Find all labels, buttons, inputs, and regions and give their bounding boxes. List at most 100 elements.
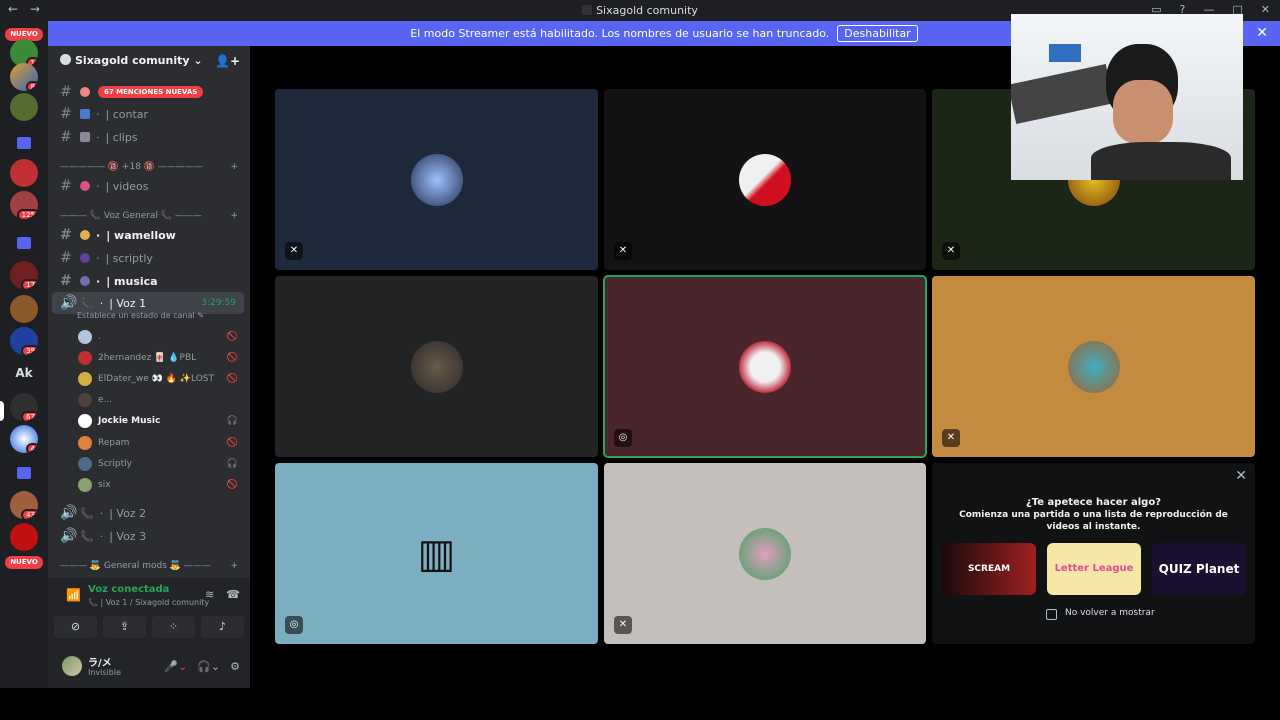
person-face: [1113, 80, 1173, 144]
activities-button[interactable]: ⁘: [152, 616, 195, 638]
mention-badge: 39: [21, 345, 38, 355]
activity-card-letter-league[interactable]: Letter League: [1047, 543, 1141, 595]
channel-emoji-icon: [80, 132, 90, 142]
mention-badge: 4: [25, 443, 38, 453]
voice-connected-channel[interactable]: 📞 | Voz 1 / Sixagold comunity: [88, 598, 209, 607]
participant-tile[interactable]: ✕: [604, 463, 926, 644]
voice-user[interactable]: e...: [78, 391, 242, 409]
channel-label: | scriptly: [105, 251, 153, 265]
soundboard-button[interactable]: ♪: [201, 616, 244, 638]
participant-tile[interactable]: ✕: [604, 89, 926, 270]
avatar: [78, 393, 92, 407]
server-icon[interactable]: 125: [10, 191, 38, 219]
hash-icon: #: [60, 129, 72, 145]
phone-icon: 📞: [80, 506, 94, 520]
channel-item-scriptly[interactable]: # · | scriptly: [48, 247, 250, 269]
username[interactable]: ラ/メ: [88, 654, 112, 669]
server-folder-icon[interactable]: [17, 467, 31, 479]
avatar: [410, 153, 463, 206]
mute-mic-icon[interactable]: 🎤⌄: [164, 660, 187, 673]
participant-tile[interactable]: ✕: [932, 276, 1255, 457]
connection-signal-icon[interactable]: 📶: [66, 588, 81, 602]
server-icon[interactable]: 4: [10, 425, 38, 453]
avatar: [78, 351, 92, 365]
voice-user[interactable]: ElDater_we 👀 🔥 ✨LOST 🚫: [78, 370, 242, 388]
server-name: Sixagold comunity ⌄: [75, 54, 203, 67]
muted-mic-icon: 🚫: [226, 353, 238, 363]
suggestion-title: ¿Te apetece hacer algo?: [1026, 497, 1161, 508]
participant-tile[interactable]: ✕: [275, 89, 598, 270]
channel-status-prompt[interactable]: Establece un estado de canal ✎: [77, 311, 204, 320]
separator-dot: ·: [96, 130, 100, 144]
server-icon[interactable]: 43: [10, 491, 38, 519]
camera-off-button[interactable]: ⊘: [54, 616, 97, 638]
server-icon[interactable]: [10, 295, 38, 323]
speaker-icon: 🔊: [60, 528, 78, 544]
server-icon[interactable]: [10, 159, 38, 187]
channel-item-videos[interactable]: # · | videos: [48, 175, 250, 197]
voice-user[interactable]: Scriptly 🎧: [78, 455, 242, 473]
category-voz-general[interactable]: ——— 📞 Voz General 📞 ——— +: [48, 208, 250, 224]
voice-user-name: 2hernandez 🀄 💧PBL: [98, 353, 197, 363]
channel-item-contar[interactable]: # · | contar: [48, 103, 250, 125]
category-plus18[interactable]: ————— 🔞 +18 🔞 ————— +: [48, 159, 250, 175]
deafened-icon: ◎: [614, 429, 632, 447]
headphones-icon[interactable]: 🎧⌄: [197, 660, 220, 673]
channel-item-musica[interactable]: # · | musica: [48, 270, 250, 292]
avatar[interactable]: [62, 656, 82, 676]
add-channel-icon[interactable]: +: [230, 561, 238, 571]
voice-user-name: e...: [98, 395, 113, 405]
participant-tile-speaking[interactable]: ◎: [603, 275, 927, 458]
server-icon[interactable]: [10, 523, 38, 551]
server-icon-ak[interactable]: Ak: [10, 359, 38, 387]
mention-badge: 67: [21, 411, 38, 421]
hash-icon: #: [60, 106, 72, 122]
speaker-icon: 🔊: [60, 505, 78, 521]
server-folder-icon[interactable]: [17, 137, 31, 149]
add-channel-icon[interactable]: +: [230, 162, 238, 172]
category-label: ————— 🔞 +18 🔞 —————: [60, 162, 203, 172]
avatar: [78, 414, 92, 428]
separator-dot: ·: [99, 529, 104, 543]
server-icon[interactable]: 8: [10, 63, 38, 91]
sound-wave-logo-icon: ▥: [417, 530, 456, 577]
screen-share-button[interactable]: ⇪: [103, 616, 146, 638]
participant-tile[interactable]: [275, 276, 598, 457]
close-window-icon[interactable]: ✕: [1261, 3, 1270, 16]
activity-label: QUIZ Planet: [1158, 562, 1240, 576]
noise-suppression-icon[interactable]: ≋: [205, 588, 214, 601]
avatar: [78, 372, 92, 386]
channel-item-clips[interactable]: # · | clips: [48, 126, 250, 148]
channel-item-voz3[interactable]: 🔊 📞 · | Voz 3: [48, 525, 250, 547]
voice-user[interactable]: Repam 🚫: [78, 434, 242, 452]
voice-user[interactable]: six 🚫: [78, 476, 242, 494]
channel-item-wamellow[interactable]: # · | wamellow: [48, 224, 250, 246]
disable-streamer-button[interactable]: Deshabilitar: [837, 25, 918, 42]
dont-show-again-checkbox[interactable]: [1046, 609, 1057, 620]
add-channel-icon[interactable]: +: [230, 211, 238, 221]
participant-tile[interactable]: ▥ ◎: [275, 463, 598, 644]
invite-people-icon[interactable]: 👤+: [215, 54, 240, 68]
settings-gear-icon[interactable]: ⚙: [230, 660, 240, 673]
channel-item-voz2[interactable]: 🔊 📞 · | Voz 2: [48, 502, 250, 524]
user-panel: ラ/メ Invisible 🎤⌄ 🎧⌄ ⚙: [48, 648, 250, 688]
muted-mic-icon: 🚫: [226, 332, 238, 342]
server-icon[interactable]: 17: [10, 261, 38, 289]
channel-item[interactable]: #: [48, 81, 250, 103]
server-header[interactable]: Sixagold comunity ⌄ 👤+: [48, 46, 250, 78]
server-icon[interactable]: 39: [10, 327, 38, 355]
server-icon[interactable]: 67: [10, 393, 38, 421]
avatar: [1067, 340, 1120, 393]
voice-user[interactable]: Jockie Music 🎧: [78, 412, 242, 430]
close-banner-icon[interactable]: ✕: [1256, 25, 1268, 41]
suggestion-description: Comienza una partida o una lista de repr…: [959, 510, 1228, 532]
activity-card-quiz-planet[interactable]: QUIZ Planet: [1152, 543, 1246, 595]
voice-user[interactable]: . 🚫: [78, 328, 242, 346]
close-icon[interactable]: ✕: [1235, 468, 1247, 484]
category-general-mods[interactable]: ——— 👼 General mods 👼 ——— +: [48, 558, 250, 574]
activity-card-scream[interactable]: SCREAM: [942, 543, 1036, 595]
server-folder-icon[interactable]: [17, 237, 31, 249]
server-icon[interactable]: [10, 93, 38, 121]
disconnect-icon[interactable]: ☎: [226, 588, 240, 601]
voice-user[interactable]: 2hernandez 🀄 💧PBL 🚫: [78, 349, 242, 367]
